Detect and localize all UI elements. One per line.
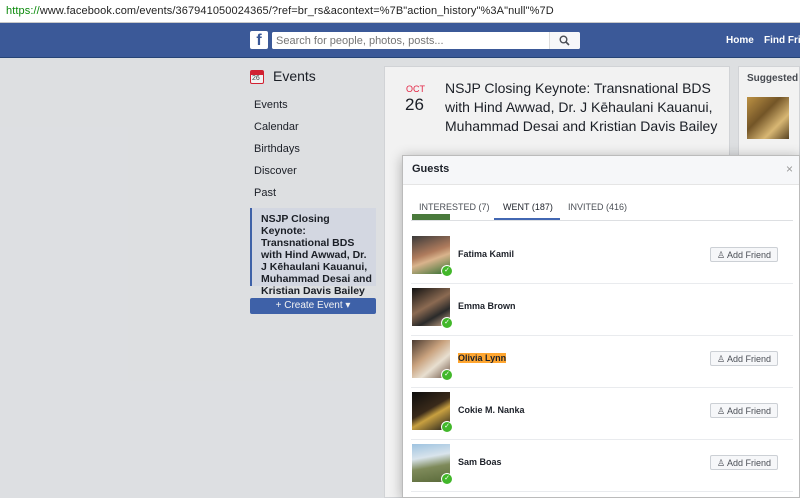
- add-friend-button[interactable]: ♙ Add Friend: [710, 351, 778, 366]
- went-check-icon: ✓: [441, 473, 453, 485]
- add-friend-label: Add Friend: [727, 406, 772, 416]
- guest-name[interactable]: Emma Brown: [458, 301, 516, 311]
- search-input[interactable]: [272, 32, 548, 49]
- search-button[interactable]: [549, 32, 580, 49]
- nav-find-friends-link[interactable]: Find Frie: [764, 35, 800, 46]
- went-check-icon: ✓: [441, 421, 453, 433]
- guests-dialog: Guests × INTERESTED (7) WENT (187) INVIT…: [402, 155, 800, 498]
- search-icon: [559, 35, 570, 46]
- tab-went[interactable]: WENT (187): [503, 202, 553, 212]
- guest-name[interactable]: Sam Boas: [458, 457, 502, 467]
- guest-name[interactable]: Fatima Kamil: [458, 249, 514, 259]
- went-check-icon: ✓: [441, 369, 453, 381]
- guest-name[interactable]: Olivia Lynn: [458, 353, 507, 363]
- url-text[interactable]: https://www.facebook.com/events/36794105…: [6, 5, 554, 17]
- add-friend-label: Add Friend: [727, 354, 772, 364]
- went-check-icon: ✓: [441, 265, 453, 277]
- browser-address-bar[interactable]: https://www.facebook.com/events/36794105…: [0, 0, 800, 23]
- guests-dialog-title: Guests: [412, 163, 450, 175]
- facebook-top-bar: f Home Find Frie: [0, 23, 800, 58]
- guest-row: ✓ Sam Boas ♙ Add Friend: [411, 440, 793, 492]
- active-tab-indicator: [494, 218, 560, 220]
- guest-row: ✓ Cokie M. Nanka ♙ Add Friend: [411, 388, 793, 440]
- partial-avatar: [412, 214, 450, 220]
- add-friend-button[interactable]: ♙ Add Friend: [710, 247, 778, 262]
- add-friend-label: Add Friend: [727, 458, 772, 468]
- guest-row: ✓ Fatima Kamil ♙ Add Friend: [411, 232, 793, 284]
- url-scheme: https://: [6, 5, 40, 17]
- guest-row: ✓ Olivia Lynn ♙ Add Friend: [411, 336, 793, 388]
- nav-home-link[interactable]: Home: [726, 35, 754, 46]
- close-icon[interactable]: ×: [786, 162, 793, 176]
- guest-row: ✓ Emma Brown: [411, 284, 793, 336]
- guests-dialog-header: Guests ×: [403, 156, 799, 185]
- add-friend-icon: ♙: [716, 250, 728, 260]
- add-friend-icon: ♙: [716, 458, 728, 468]
- guest-name[interactable]: Cokie M. Nanka: [458, 405, 525, 415]
- add-friend-label: Add Friend: [727, 250, 772, 260]
- tab-interested[interactable]: INTERESTED (7): [419, 202, 490, 212]
- add-friend-button[interactable]: ♙ Add Friend: [710, 403, 778, 418]
- went-check-icon: ✓: [441, 317, 453, 329]
- add-friend-icon: ♙: [716, 354, 728, 364]
- add-friend-button[interactable]: ♙ Add Friend: [710, 455, 778, 470]
- add-friend-icon: ♙: [716, 406, 728, 416]
- search-box[interactable]: [272, 32, 580, 49]
- guest-tabs: INTERESTED (7) WENT (187) INVITED (416): [411, 194, 793, 221]
- tab-invited[interactable]: INVITED (416): [568, 202, 627, 212]
- facebook-logo-icon[interactable]: f: [250, 31, 268, 49]
- url-path: www.facebook.com/events/367941050024365/…: [39, 5, 554, 17]
